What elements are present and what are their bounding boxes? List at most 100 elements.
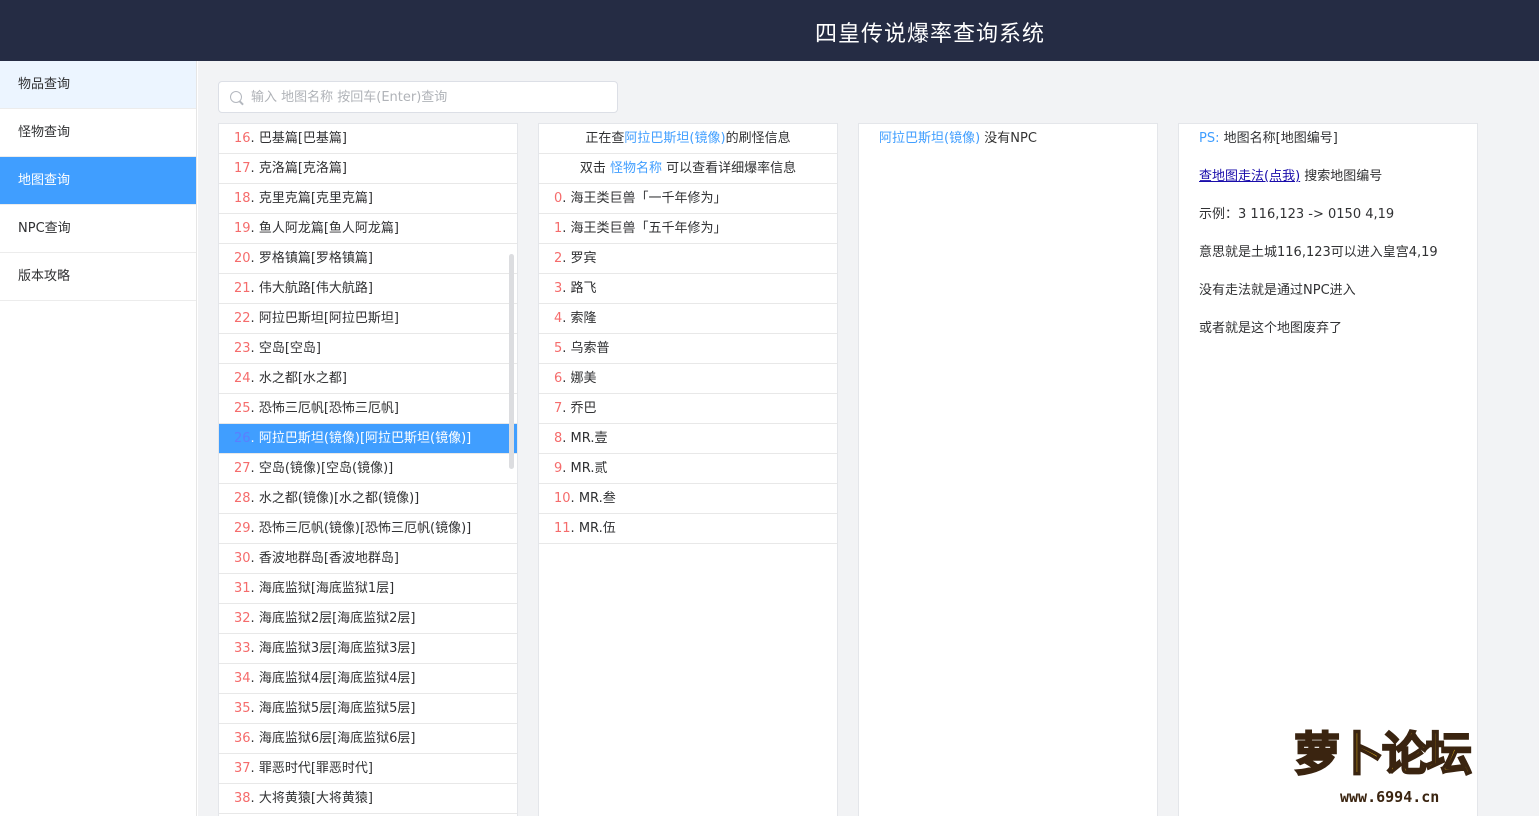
monster-name: MR.壹 <box>570 431 608 446</box>
monster-name: 海王类巨兽「一千年修为」 <box>570 191 727 206</box>
map-list-item[interactable]: 36. 海底监狱6层[海底监狱6层] <box>219 724 517 754</box>
monster-name: MR.伍 <box>578 521 616 536</box>
monster-list-item[interactable]: 10. MR.叁 <box>539 484 837 514</box>
monster-list-item[interactable]: 1. 海王类巨兽「五千年修为」 <box>539 214 837 244</box>
monster-index: 8 <box>554 431 563 446</box>
map-list-panel: 16. 巴基篇[巴基篇] 17. 克洛篇[克洛篇] 18. 克里克篇[克里克篇] 19… <box>218 123 518 816</box>
sidebar-item-monster-query[interactable]: 怪物查询 <box>0 109 196 157</box>
map-list-item[interactable]: 31. 海底监狱[海底监狱1层] <box>219 574 517 604</box>
sidebar-item-npc-query[interactable]: NPC查询 <box>0 205 196 253</box>
map-list-item[interactable]: 34. 海底监狱4层[海底监狱4层] <box>219 664 517 694</box>
map-label: 水之都(镜像)[水之都(镜像)] <box>258 491 420 506</box>
monster-index: 10 <box>554 491 571 506</box>
map-label: 克洛篇[克洛篇] <box>258 161 347 176</box>
map-index: 18 <box>234 191 251 206</box>
map-list-item[interactable]: 16. 巴基篇[巴基篇] <box>219 124 517 154</box>
map-list-item[interactable]: 17. 克洛篇[克洛篇] <box>219 154 517 184</box>
monster-list-item[interactable]: 7. 乔巴 <box>539 394 837 424</box>
map-list-item[interactable]: 19. 鱼人阿龙篇[鱼人阿龙篇] <box>219 214 517 244</box>
map-list-item[interactable]: 37. 罪恶时代[罪恶时代] <box>219 754 517 784</box>
map-label: 恐怖三厄帆[恐怖三厄帆] <box>258 401 399 416</box>
monster-index: 7 <box>554 401 563 416</box>
map-list-item[interactable]: 30. 香波地群岛[香波地群岛] <box>219 544 517 574</box>
monster-list-item[interactable]: 8. MR.壹 <box>539 424 837 454</box>
map-label: 阿拉巴斯坦(镜像)[阿拉巴斯坦(镜像)] <box>258 431 472 446</box>
monster-list-item[interactable]: 11. MR.伍 <box>539 514 837 544</box>
map-list-item[interactable]: 20. 罗格镇篇[罗格镇篇] <box>219 244 517 274</box>
sidebar-item-version-guide[interactable]: 版本攻略 <box>0 253 196 301</box>
npc-status: 没有NPC <box>984 131 1037 146</box>
ps-label: PS: <box>1199 131 1220 146</box>
map-index: 32 <box>234 611 251 626</box>
hint-monster-name: 怪物名称 <box>609 161 662 176</box>
monster-list-item[interactable]: 9. MR.贰 <box>539 454 837 484</box>
map-index: 34 <box>234 671 251 686</box>
map-list-item[interactable]: 21. 伟大航路[伟大航路] <box>219 274 517 304</box>
map-index: 36 <box>234 731 251 746</box>
map-label: 鱼人阿龙篇[鱼人阿龙篇] <box>258 221 399 236</box>
sidebar-item-item-query[interactable]: 物品查询 <box>0 61 196 109</box>
map-index: 37 <box>234 761 251 776</box>
map-list-item[interactable]: 27. 空岛(镜像)[空岛(镜像)] <box>219 454 517 484</box>
monster-name: 罗宾 <box>570 251 597 266</box>
map-index: 29 <box>234 521 251 536</box>
map-list-item[interactable]: 33. 海底监狱3层[海底监狱3层] <box>219 634 517 664</box>
map-label: 空岛[空岛] <box>258 341 321 356</box>
monster-index: 4 <box>554 311 563 326</box>
monster-panel-header: 正在查阿拉巴斯坦(镜像)的刷怪信息 <box>539 124 837 154</box>
monster-index: 11 <box>554 521 571 536</box>
watermark-text: 萝卜论坛 <box>1293 726 1473 782</box>
monster-name: MR.叁 <box>578 491 616 506</box>
monster-name: 娜美 <box>570 371 597 386</box>
map-label: 海底监狱6层[海底监狱6层] <box>258 731 416 746</box>
map-index: 20 <box>234 251 251 266</box>
monster-list-item[interactable]: 3. 路飞 <box>539 274 837 304</box>
monster-name: 乌索普 <box>570 341 610 356</box>
map-label: 海底监狱5层[海底监狱5层] <box>258 701 416 716</box>
map-index: 24 <box>234 371 251 386</box>
map-index: 38 <box>234 791 251 806</box>
map-index: 31 <box>234 581 251 596</box>
map-list-item[interactable]: 29. 恐怖三厄帆(镜像)[恐怖三厄帆(镜像)] <box>219 514 517 544</box>
map-list-item[interactable]: 24. 水之都[水之都] <box>219 364 517 394</box>
map-label: 大将黄猿[大将黄猿] <box>258 791 373 806</box>
map-index: 19 <box>234 221 251 236</box>
map-route-link[interactable]: 查地图走法(点我) <box>1199 169 1300 184</box>
map-index: 27 <box>234 461 251 476</box>
map-label: 克里克篇[克里克篇] <box>258 191 373 206</box>
map-list-item[interactable]: 22. 阿拉巴斯坦[阿拉巴斯坦] <box>219 304 517 334</box>
map-index: 25 <box>234 401 251 416</box>
map-label: 巴基篇[巴基篇] <box>258 131 347 146</box>
current-map-name: 阿拉巴斯坦(镜像) <box>624 131 726 146</box>
map-list-item[interactable]: 26. 阿拉巴斯坦(镜像)[阿拉巴斯坦(镜像)] <box>219 424 517 454</box>
map-label: 罪恶时代[罪恶时代] <box>258 761 373 776</box>
monster-list-item[interactable]: 6. 娜美 <box>539 364 837 394</box>
monster-list-item[interactable]: 0. 海王类巨兽「一千年修为」 <box>539 184 837 214</box>
monster-list-item[interactable]: 4. 索隆 <box>539 304 837 334</box>
map-index: 35 <box>234 701 251 716</box>
watermark-url: www.6994.cn <box>1340 788 1440 806</box>
map-list-item[interactable]: 28. 水之都(镜像)[水之都(镜像)] <box>219 484 517 514</box>
map-index: 23 <box>234 341 251 356</box>
monster-list: 0. 海王类巨兽「一千年修为」 1. 海王类巨兽「五千年修为」 2. 罗宾 3. 路飞… <box>539 184 837 544</box>
map-label: 海底监狱[海底监狱1层] <box>258 581 395 596</box>
map-label: 阿拉巴斯坦[阿拉巴斯坦] <box>258 311 399 326</box>
monster-panel-hint: 双击 怪物名称 可以查看详细爆率信息 <box>539 154 837 184</box>
monster-list-panel: 正在查阿拉巴斯坦(镜像)的刷怪信息 双击 怪物名称 可以查看详细爆率信息 0. … <box>538 123 838 816</box>
map-list-item[interactable]: 32. 海底监狱2层[海底监狱2层] <box>219 604 517 634</box>
monster-name: MR.贰 <box>570 461 608 476</box>
map-label: 罗格镇篇[罗格镇篇] <box>258 251 373 266</box>
sidebar-item-map-query[interactable]: 地图查询 <box>0 157 196 205</box>
map-list-item[interactable]: 38. 大将黄猿[大将黄猿] <box>219 784 517 814</box>
monster-list-item[interactable]: 2. 罗宾 <box>539 244 837 274</box>
monster-list-item[interactable]: 5. 乌索普 <box>539 334 837 364</box>
map-list-scrollbar[interactable] <box>509 254 514 469</box>
help-abandoned: 或者就是这个地图废弃了 <box>1199 321 1343 336</box>
map-label: 伟大航路[伟大航路] <box>258 281 373 296</box>
page-title: 四皇传说爆率查询系统 <box>815 22 1046 47</box>
search-input[interactable] <box>251 82 611 112</box>
map-list-item[interactable]: 23. 空岛[空岛] <box>219 334 517 364</box>
map-list-item[interactable]: 18. 克里克篇[克里克篇] <box>219 184 517 214</box>
map-list-item[interactable]: 25. 恐怖三厄帆[恐怖三厄帆] <box>219 394 517 424</box>
map-list-item[interactable]: 35. 海底监狱5层[海底监狱5层] <box>219 694 517 724</box>
